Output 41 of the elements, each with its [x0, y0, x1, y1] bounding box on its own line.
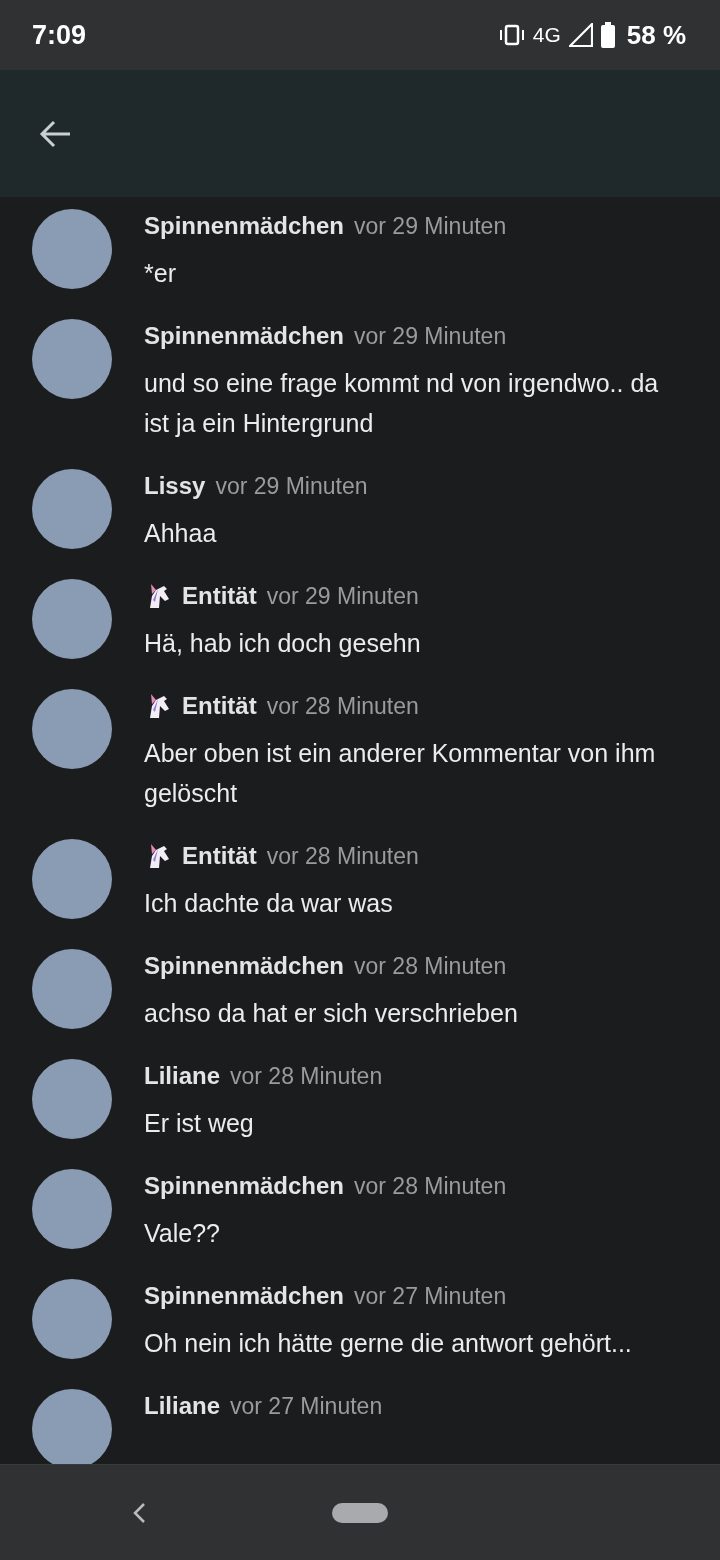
- comment-text: Er ist weg: [144, 1108, 255, 1139]
- comment-time: vor 28 Minuten: [266, 842, 419, 870]
- comment-time: vor 29 Minuten: [354, 212, 507, 240]
- comment-time: vor 27 Minuten: [230, 1392, 383, 1420]
- comment-time: vor 29 Minuten: [215, 472, 368, 500]
- comment-text: achso da hat er sich verschrieben: [144, 998, 519, 1029]
- battery-icon: [600, 22, 615, 48]
- author-name[interactable]: Spinnenmädchen: [144, 212, 345, 240]
- status-time: 7:09: [32, 19, 87, 51]
- comment-text: Ich dachte da war was: [144, 888, 394, 919]
- comment-time: vor 29 Minuten: [354, 322, 507, 350]
- back-chevron-icon[interactable]: [132, 1502, 146, 1524]
- author-name[interactable]: Spinnenmädchen: [144, 1282, 345, 1310]
- comment-text: Hä, hab ich doch gesehn: [144, 628, 422, 659]
- author-name[interactable]: Liliane: [144, 1062, 221, 1090]
- comment-time: vor 28 Minuten: [354, 1172, 507, 1200]
- comment-time: vor 28 Minuten: [230, 1062, 383, 1090]
- network-type: 4G: [532, 23, 561, 47]
- author-name[interactable]: Lissy: [144, 472, 206, 500]
- comment-text: *er: [144, 258, 177, 289]
- comment-time: vor 27 Minuten: [354, 1282, 507, 1310]
- author-name[interactable]: Spinnenmädchen: [144, 322, 345, 350]
- author-name[interactable]: Liliane: [144, 1392, 221, 1420]
- vibrate-icon: [498, 24, 525, 46]
- home-pill[interactable]: [332, 1502, 388, 1523]
- comment-text: und so eine frage kommt nd von irgendwo.. da ist ja ein Hintergrund: [144, 368, 660, 439]
- author-name[interactable]: Spinnenmädchen: [144, 1172, 345, 1200]
- comment-text: Vale??: [144, 1218, 221, 1249]
- signal-icon: [568, 23, 593, 47]
- back-arrow-icon[interactable]: [38, 118, 72, 149]
- author-name[interactable]: Entität: [182, 692, 257, 720]
- comment-time: vor 29 Minuten: [266, 582, 419, 610]
- comment-time: vor 28 Minuten: [266, 692, 419, 720]
- author-name[interactable]: Spinnenmädchen: [144, 952, 345, 980]
- comment-text: Ahhaa: [144, 518, 218, 549]
- comment-text: Aber oben ist ein anderer Kommentar von ihm gelöscht: [144, 738, 657, 809]
- comment-time: vor 28 Minuten: [354, 952, 507, 980]
- battery-percentage: 58 %: [626, 19, 686, 51]
- author-name[interactable]: Entität: [182, 582, 257, 610]
- author-name[interactable]: Entität: [182, 842, 257, 870]
- comment-text: Oh nein ich hätte gerne die antwort gehört...: [144, 1328, 633, 1359]
